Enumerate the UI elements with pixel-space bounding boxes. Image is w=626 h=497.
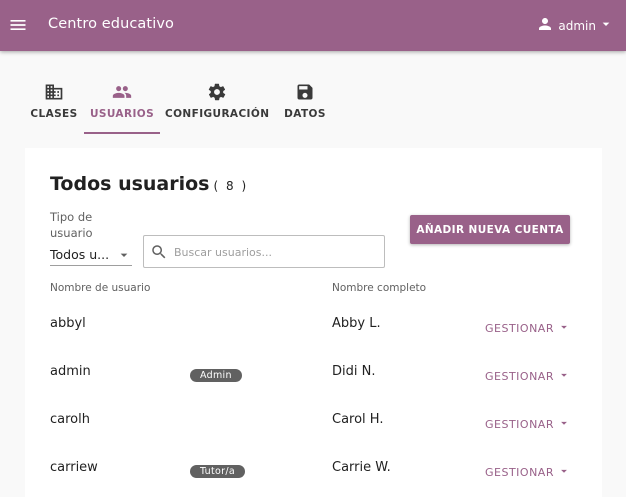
fullname-cell: Abby L. <box>332 316 381 331</box>
user-type-select[interactable]: Todos u... <box>50 244 132 266</box>
tab-label: CLASES <box>30 108 78 120</box>
username-cell: admin <box>50 364 91 379</box>
chevron-down-icon <box>557 367 571 386</box>
manage-button[interactable]: GESTIONAR <box>485 415 571 434</box>
search-box <box>143 235 385 268</box>
chevron-down-icon <box>557 463 571 482</box>
tab-label: USUARIOS <box>89 108 155 120</box>
table-row: admin Admin Didi N. GESTIONAR <box>25 350 602 398</box>
app-bar: Centro educativo admin <box>0 0 626 51</box>
page-title: Todos usuarios( 8 ) <box>50 173 248 195</box>
fullname-cell: Carol H. <box>332 412 384 427</box>
chevron-down-icon <box>557 319 571 338</box>
table-row: abbyl Abby L. GESTIONAR <box>25 302 602 350</box>
tab-data[interactable]: DATOS <box>283 82 327 134</box>
user-menu[interactable]: admin <box>536 15 614 37</box>
domain-icon <box>25 82 83 102</box>
username-cell: abbyl <box>50 316 86 331</box>
table-row: carriew Tutor/a Carrie W. GESTIONAR <box>25 446 602 494</box>
tab-label: DATOS <box>284 108 326 120</box>
manage-label: GESTIONAR <box>485 370 554 383</box>
role-badge: Admin <box>190 369 242 382</box>
manage-label: GESTIONAR <box>485 322 554 335</box>
fullname-cell: Carrie W. <box>332 460 391 475</box>
gear-icon <box>165 82 269 102</box>
fullname-cell: Didi N. <box>332 364 376 379</box>
menu-icon[interactable] <box>8 15 28 35</box>
chevron-down-icon <box>598 16 614 36</box>
select-value: Todos u... <box>50 247 110 262</box>
manage-label: GESTIONAR <box>485 418 554 431</box>
chevron-down-icon <box>116 247 132 267</box>
filter-label: Tipo de usuario <box>50 210 93 240</box>
search-input[interactable] <box>174 243 374 261</box>
app-title: Centro educativo <box>48 16 174 32</box>
person-icon <box>536 15 554 37</box>
users-card: Todos usuarios( 8 ) Tipo de usuario Todo… <box>25 148 602 497</box>
manage-label: GESTIONAR <box>485 466 554 479</box>
manage-button[interactable]: GESTIONAR <box>485 319 571 338</box>
user-name: admin <box>558 19 596 33</box>
tab-label: CONFIGURACIÓN <box>165 108 270 120</box>
save-icon <box>283 82 327 102</box>
manage-button[interactable]: GESTIONAR <box>485 367 571 386</box>
add-account-button[interactable]: AÑADIR NUEVA CUENTA <box>410 215 570 244</box>
manage-button[interactable]: GESTIONAR <box>485 463 571 482</box>
tab-settings[interactable]: CONFIGURACIÓN <box>165 82 269 134</box>
chevron-down-icon <box>557 415 571 434</box>
tab-users[interactable]: USUARIOS <box>84 82 160 134</box>
username-cell: carolh <box>50 412 90 427</box>
user-count: ( 8 ) <box>213 179 249 193</box>
people-icon <box>84 82 160 102</box>
tab-classes[interactable]: CLASES <box>25 82 83 134</box>
role-badge: Tutor/a <box>190 465 245 478</box>
column-header-fullname: Nombre completo <box>332 282 427 294</box>
column-header-username: Nombre de usuario <box>50 282 151 294</box>
table-row: carolh Carol H. GESTIONAR <box>25 398 602 446</box>
username-cell: carriew <box>50 460 98 475</box>
title-text: Todos usuarios <box>50 173 210 195</box>
search-icon <box>150 243 168 265</box>
